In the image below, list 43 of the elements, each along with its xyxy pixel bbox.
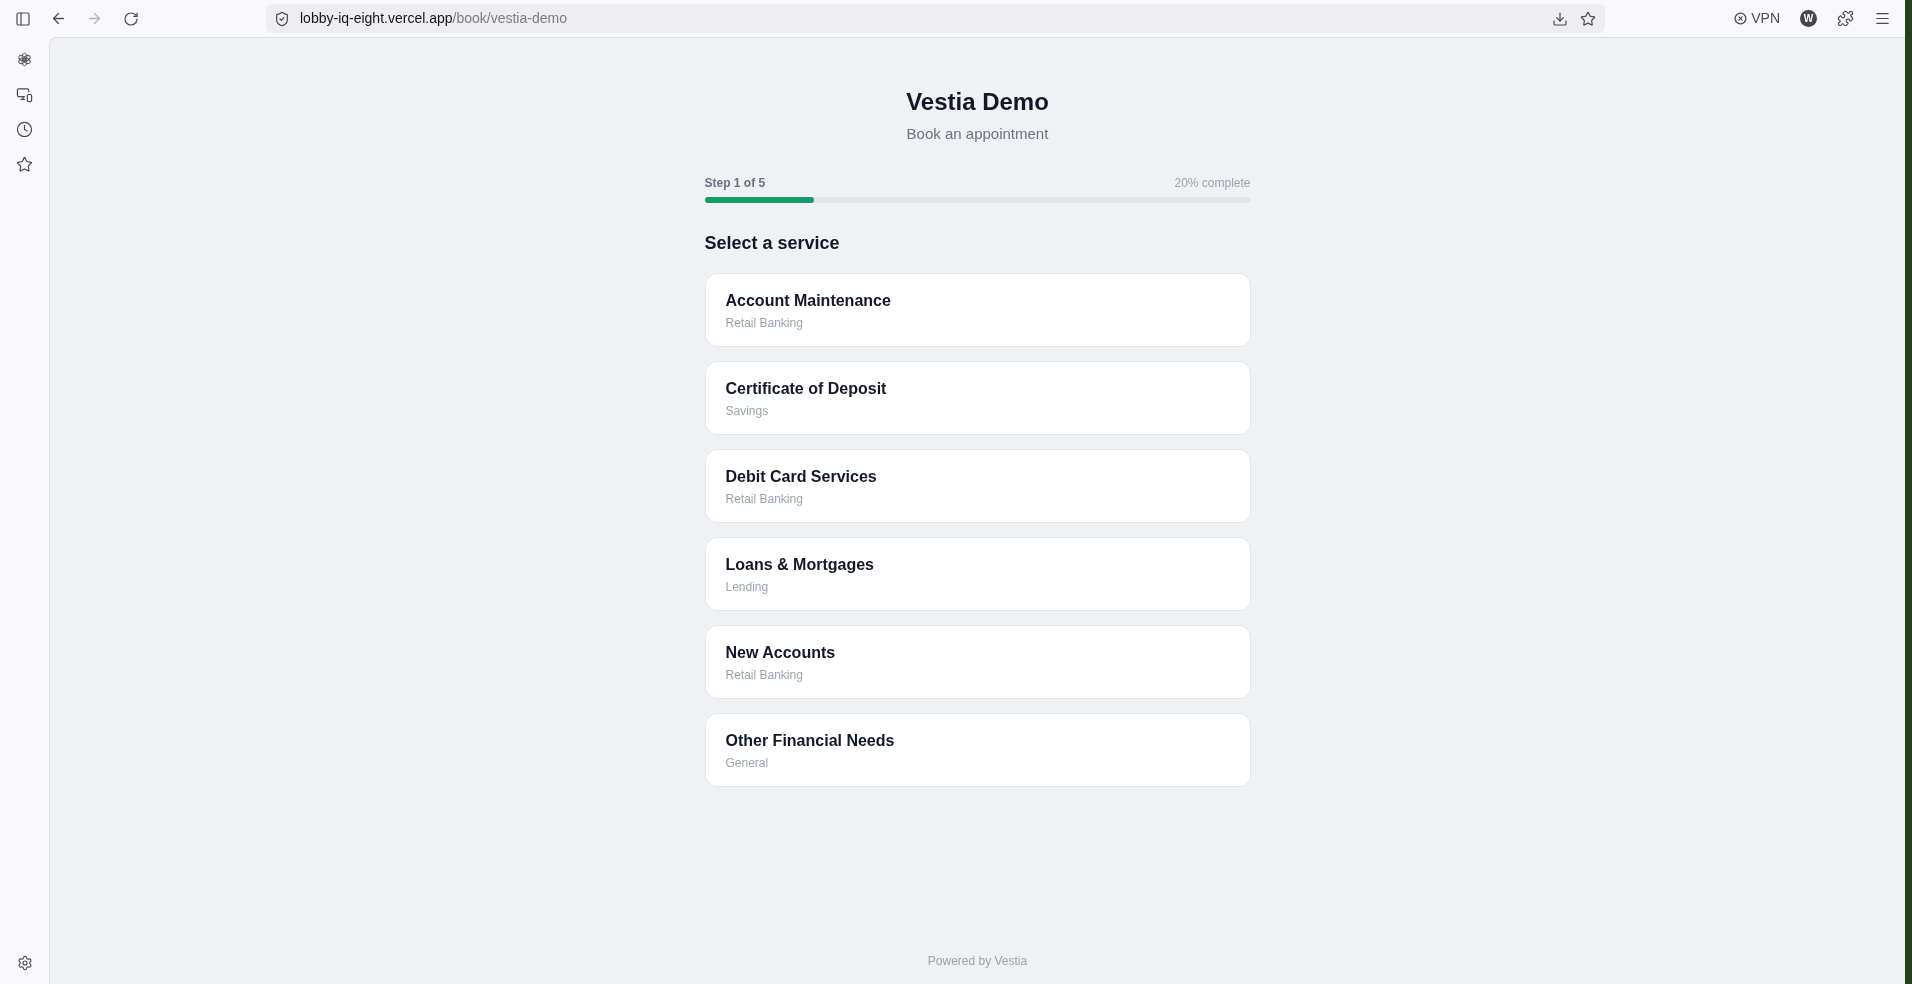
page-title: Vestia Demo [905, 87, 1050, 117]
step-label: Step 1 of 5 [704, 175, 766, 191]
star-icon[interactable] [16, 156, 33, 173]
service-category: Retail Banking [725, 491, 803, 507]
back-icon[interactable] [50, 10, 67, 27]
menu-icon[interactable] [1874, 10, 1891, 27]
service-card[interactable]: Certificate of Deposit Savings [704, 361, 1251, 435]
service-card[interactable]: Loans & Mortgages Lending [704, 537, 1251, 611]
page-subtitle: Book an appointment [905, 124, 1050, 144]
service-category: Lending [725, 579, 769, 595]
footer-text: Powered by Vestia [927, 953, 1028, 970]
service-card[interactable]: New Accounts Retail Banking [704, 625, 1251, 699]
service-card[interactable]: Account Maintenance Retail Banking [704, 273, 1251, 347]
service-name: Other Financial Needs [725, 731, 895, 751]
url-path-text: /book/vestia-demo [452, 9, 567, 28]
download-icon[interactable] [1552, 10, 1568, 27]
swirl-icon[interactable] [16, 51, 33, 68]
x-circle-icon [1734, 12, 1748, 25]
vpn-button[interactable]: VPN [1734, 8, 1780, 29]
service-card[interactable]: Other Financial Needs General [704, 713, 1251, 787]
section-title: Select a service [704, 232, 841, 255]
url-text: lobby-iq-eight.vercel.app [300, 9, 453, 28]
service-category: Retail Banking [725, 315, 803, 331]
shield-icon[interactable] [274, 10, 290, 27]
service-name: Certificate of Deposit [725, 379, 887, 399]
profile-avatar[interactable]: W [1800, 10, 1817, 27]
address-bar[interactable]: lobby-iq-eight.vercel.app/book/vestia-demo [266, 4, 1605, 33]
devices-icon[interactable] [16, 86, 33, 103]
service-category: General [725, 755, 769, 771]
service-name: Loans & Mortgages [725, 555, 874, 575]
service-name: New Accounts [725, 643, 836, 663]
service-category: Retail Banking [725, 667, 803, 683]
bookmark-star-icon[interactable] [1580, 10, 1596, 27]
reload-icon[interactable] [123, 10, 139, 27]
extensions-icon[interactable] [1837, 10, 1854, 27]
service-card[interactable]: Debit Card Services Retail Banking [704, 449, 1251, 523]
service-name: Debit Card Services [725, 467, 877, 487]
sidebar-toggle-icon[interactable] [15, 10, 31, 27]
clock-icon[interactable] [16, 121, 33, 138]
percent-complete-label: 20% complete [1174, 175, 1251, 191]
service-name: Account Maintenance [725, 291, 891, 311]
service-category: Savings [725, 403, 769, 419]
settings-icon[interactable] [16, 955, 33, 971]
